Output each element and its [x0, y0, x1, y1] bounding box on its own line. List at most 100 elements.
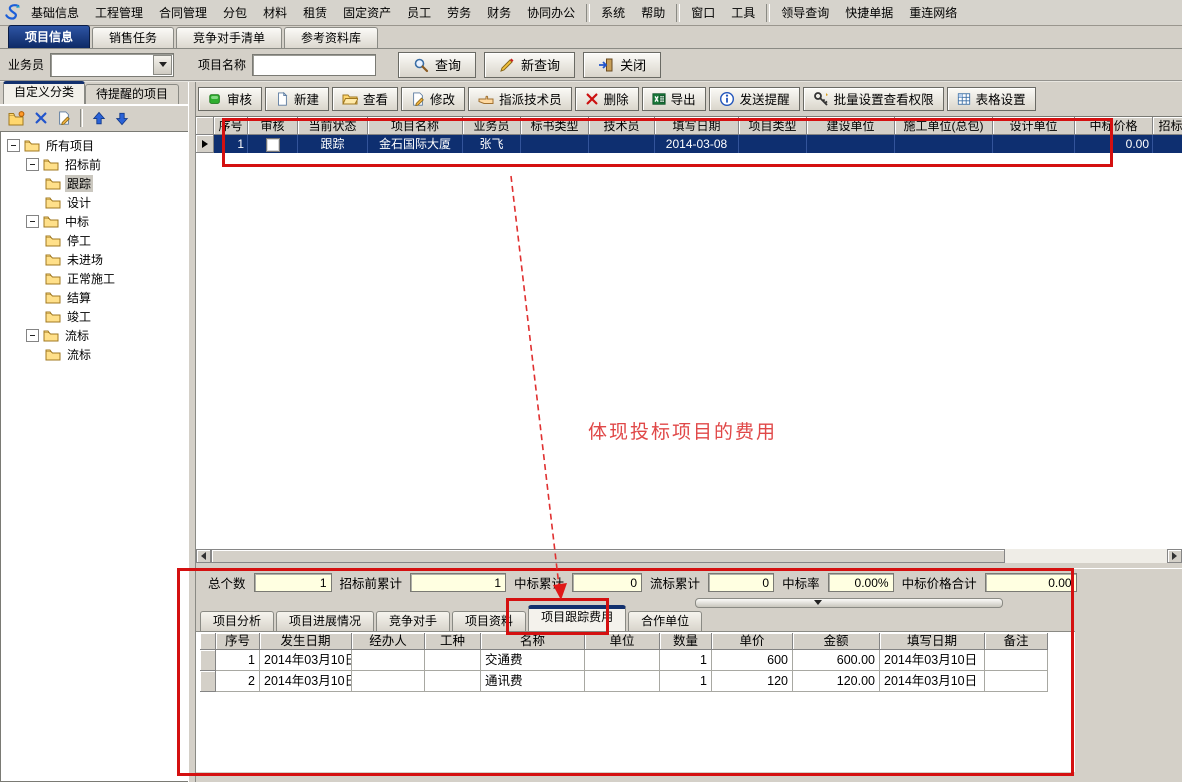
tab-项目进展情况[interactable]: 项目进展情况	[276, 611, 374, 631]
column-header-审核[interactable]: 审核	[248, 117, 298, 135]
修改-button[interactable]: 修改	[401, 87, 465, 111]
menu-item-租赁[interactable]: 租赁	[295, 2, 335, 23]
menu-item-快捷单据[interactable]: 快捷单据	[837, 2, 901, 23]
审核-button[interactable]: 审核	[198, 87, 262, 111]
menu-item-合同管理[interactable]: 合同管理	[151, 2, 215, 23]
tree-item-竣工[interactable]: 竣工	[1, 307, 188, 326]
menu-item-帮助[interactable]: 帮助	[633, 2, 673, 23]
tree-item-正常施工[interactable]: 正常施工	[1, 269, 188, 288]
关闭-button[interactable]: 关闭	[583, 52, 661, 78]
column-header-数量[interactable]: 数量	[660, 633, 712, 650]
column-header-招标价格[interactable]: 招标价格	[1153, 117, 1182, 135]
column-header-设计单位[interactable]: 设计单位	[993, 117, 1075, 135]
tool-delete-x-icon[interactable]	[34, 111, 48, 125]
查看-button[interactable]: 查看	[332, 87, 398, 111]
scroll-right-button[interactable]	[1167, 549, 1182, 563]
tree-item-流标[interactable]: 流标	[1, 345, 188, 364]
发送提醒-button[interactable]: 发送提醒	[709, 87, 800, 111]
column-header-单位[interactable]: 单位	[585, 633, 660, 650]
导出-button[interactable]: 导出	[642, 87, 706, 111]
tab-合作单位[interactable]: 合作单位	[628, 611, 702, 631]
tab-竞争对手清单[interactable]: 竞争对手清单	[176, 27, 282, 48]
tab-项目跟踪费用[interactable]: 项目跟踪费用	[528, 605, 626, 631]
vertical-splitter[interactable]	[188, 82, 196, 782]
menu-item-窗口[interactable]: 窗口	[683, 2, 723, 23]
column-header-中标价格[interactable]: 中标价格	[1075, 117, 1153, 135]
column-header-填写日期[interactable]: 填写日期	[880, 633, 985, 650]
menu-item-财务[interactable]: 财务	[479, 2, 519, 23]
project-name-input[interactable]	[252, 54, 376, 76]
column-header-业务员[interactable]: 业务员	[463, 117, 521, 135]
批量设置查看权限-button[interactable]: 批量设置查看权限	[803, 87, 944, 111]
tab-销售任务[interactable]: 销售任务	[92, 27, 174, 48]
menu-item-基础信息[interactable]: 基础信息	[23, 2, 87, 23]
tree-item-结算[interactable]: 结算	[1, 288, 188, 307]
column-header-序号[interactable]: 序号	[214, 117, 248, 135]
tab-待提醒的项目[interactable]: 待提醒的项目	[85, 84, 179, 104]
column-header-工种[interactable]: 工种	[425, 633, 481, 650]
expense-row[interactable]: 22014年03月10日通讯费1120120.002014年03月10日	[200, 671, 1048, 692]
tree-item-所有项目[interactable]: 所有项目	[1, 136, 188, 155]
menu-item-领导查询[interactable]: 领导查询	[773, 2, 837, 23]
表格设置-button[interactable]: 表格设置	[947, 87, 1036, 111]
column-header-填写日期[interactable]: 填写日期	[655, 117, 739, 135]
expand-collapse-box[interactable]	[7, 139, 20, 152]
tree-item-流标[interactable]: 流标	[1, 326, 188, 345]
menu-item-材料[interactable]: 材料	[255, 2, 295, 23]
expense-row[interactable]: 12014年03月10日交通费1600600.002014年03月10日	[200, 650, 1048, 671]
menu-item-系统[interactable]: 系统	[593, 2, 633, 23]
tree-item-跟踪[interactable]: 跟踪	[1, 174, 188, 193]
horizontal-scrollbar[interactable]	[196, 549, 1182, 563]
chevron-down-icon[interactable]	[153, 55, 172, 75]
salesman-combobox[interactable]	[50, 53, 174, 77]
tool-folder-add-icon[interactable]	[8, 111, 25, 126]
column-header-经办人[interactable]: 经办人	[352, 633, 425, 650]
column-header-序号[interactable]: 序号	[216, 633, 260, 650]
tree-item-设计[interactable]: 设计	[1, 193, 188, 212]
tool-up-arrow-icon[interactable]	[92, 111, 106, 126]
menu-item-重连网络[interactable]: 重连网络	[901, 2, 965, 23]
column-header-标书类型[interactable]: 标书类型	[521, 117, 589, 135]
scrollbar-thumb[interactable]	[211, 549, 1005, 563]
column-header-当前状态[interactable]: 当前状态	[298, 117, 368, 135]
column-header-项目名称[interactable]: 项目名称	[368, 117, 463, 135]
tree-item-中标[interactable]: 中标	[1, 212, 188, 231]
tab-自定义分类[interactable]: 自定义分类	[3, 81, 85, 104]
tree-item-未进场[interactable]: 未进场	[1, 250, 188, 269]
menu-item-分包[interactable]: 分包	[215, 2, 255, 23]
collapse-chevron-icon[interactable]	[814, 600, 822, 605]
tab-项目分析[interactable]: 项目分析	[200, 611, 274, 631]
tree-item-停工[interactable]: 停工	[1, 231, 188, 250]
tree-item-招标前[interactable]: 招标前	[1, 155, 188, 174]
menu-item-工程管理[interactable]: 工程管理	[87, 2, 151, 23]
column-header-发生日期[interactable]: 发生日期	[260, 633, 352, 650]
查询-button[interactable]: 查询	[398, 52, 476, 78]
column-header-技术员[interactable]: 技术员	[589, 117, 655, 135]
tab-参考资料库[interactable]: 参考资料库	[284, 27, 378, 48]
menu-item-固定资产[interactable]: 固定资产	[335, 2, 399, 23]
audit-checkbox[interactable]	[266, 138, 280, 152]
tool-down-arrow-icon[interactable]	[115, 111, 129, 126]
指派技术员-button[interactable]: 指派技术员	[468, 87, 572, 111]
column-header-备注[interactable]: 备注	[985, 633, 1048, 650]
column-header-施工单位(总包)[interactable]: 施工单位(总包)	[895, 117, 993, 135]
tool-rename-icon[interactable]	[57, 111, 71, 125]
scroll-left-button[interactable]	[196, 549, 211, 563]
column-header-名称[interactable]: 名称	[481, 633, 585, 650]
expand-collapse-box[interactable]	[26, 215, 39, 228]
tab-项目资料[interactable]: 项目资料	[452, 611, 526, 631]
menu-item-劳务[interactable]: 劳务	[439, 2, 479, 23]
tab-竞争对手[interactable]: 竞争对手	[376, 611, 450, 631]
新建-button[interactable]: 新建	[265, 87, 329, 111]
column-header-建设单位[interactable]: 建设单位	[807, 117, 895, 135]
expand-collapse-box[interactable]	[26, 158, 39, 171]
新查询-button[interactable]: 新查询	[484, 52, 575, 78]
menu-item-工具[interactable]: 工具	[723, 2, 763, 23]
tab-项目信息[interactable]: 项目信息	[8, 25, 90, 48]
column-header-金额[interactable]: 金额	[793, 633, 880, 650]
table-row[interactable]: 1跟踪金石国际大厦张飞2014-03-080.00	[196, 135, 1182, 153]
删除-button[interactable]: 删除	[575, 87, 639, 111]
menu-item-员工[interactable]: 员工	[399, 2, 439, 23]
menu-item-协同办公[interactable]: 协同办公	[519, 2, 583, 23]
column-header-单价[interactable]: 单价	[712, 633, 793, 650]
